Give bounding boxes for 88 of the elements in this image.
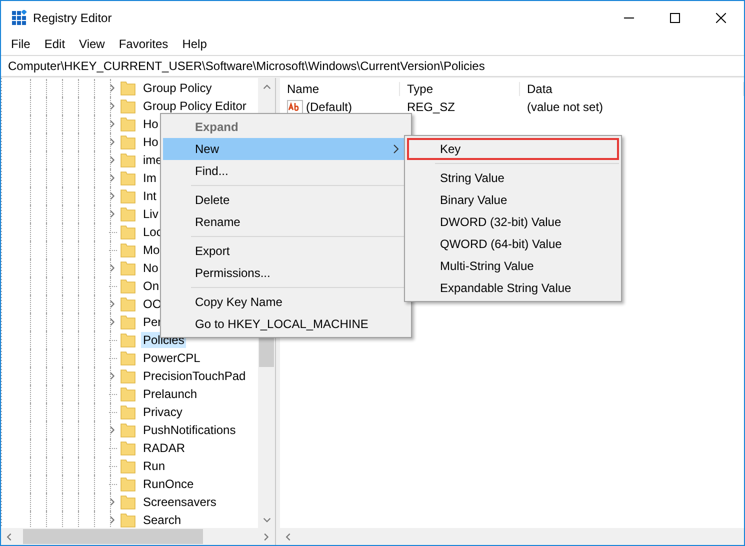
table-cell-text: REG_SZ bbox=[406, 100, 456, 114]
column-header[interactable]: Name bbox=[280, 82, 400, 96]
tree-item[interactable]: Liv bbox=[141, 206, 160, 222]
chevron-icon bbox=[6, 532, 14, 542]
chevron-icon[interactable] bbox=[109, 209, 117, 219]
menu-item[interactable]: Multi-String Value bbox=[407, 255, 619, 277]
tree-item[interactable]: Search bbox=[141, 512, 184, 528]
table-cell-text: (value not set) bbox=[526, 100, 604, 114]
chevron-icon[interactable] bbox=[109, 425, 117, 435]
tree-item[interactable]: Ho bbox=[141, 116, 160, 132]
scroll-thumb[interactable] bbox=[23, 529, 203, 544]
registry-icon bbox=[11, 10, 27, 26]
folder-icon bbox=[120, 440, 136, 456]
folder-icon bbox=[120, 476, 136, 492]
tree-item[interactable]: Mo bbox=[141, 242, 162, 258]
menu-item[interactable]: QWORD (64-bit) Value bbox=[407, 233, 619, 255]
folder-icon bbox=[120, 386, 136, 402]
chevron-icon[interactable] bbox=[109, 155, 117, 165]
folder-icon bbox=[120, 422, 136, 438]
folder-icon bbox=[120, 188, 136, 204]
menu-item[interactable]: Go to HKEY_LOCAL_MACHINE bbox=[163, 313, 409, 335]
tree-item[interactable]: Group Policy Editor bbox=[141, 98, 248, 114]
chevron-icon[interactable] bbox=[109, 173, 117, 183]
chevron-icon[interactable] bbox=[109, 497, 117, 507]
menu-item[interactable]: Binary Value bbox=[407, 189, 619, 211]
menu-item[interactable]: View bbox=[72, 37, 112, 51]
folder-icon bbox=[120, 224, 136, 240]
folder-icon bbox=[120, 494, 136, 510]
tree-item[interactable]: On bbox=[141, 278, 162, 294]
folder-icon bbox=[120, 152, 136, 168]
menu-item[interactable]: File bbox=[4, 37, 38, 51]
folder-icon bbox=[120, 332, 136, 348]
close-icon bbox=[716, 13, 726, 23]
chevron-icon[interactable] bbox=[109, 83, 117, 93]
menu-item[interactable]: Key bbox=[407, 138, 619, 160]
tree-item[interactable]: Int bbox=[141, 188, 158, 204]
maximize-icon bbox=[670, 13, 680, 23]
tree-item[interactable]: No bbox=[141, 260, 160, 276]
tree-item[interactable]: Im bbox=[141, 170, 158, 186]
folder-icon bbox=[120, 260, 136, 276]
tree-item[interactable]: Screensavers bbox=[141, 494, 218, 510]
chevron-icon[interactable] bbox=[109, 119, 117, 129]
folder-icon bbox=[120, 314, 136, 330]
chevron-icon[interactable] bbox=[109, 299, 117, 309]
tree-item[interactable]: PowerCPL bbox=[141, 350, 202, 366]
menu-item[interactable]: Help bbox=[175, 37, 214, 51]
folder-icon bbox=[120, 278, 136, 294]
column-header[interactable]: Type bbox=[400, 82, 520, 96]
tree-item[interactable]: Run bbox=[141, 458, 168, 474]
folder-icon bbox=[120, 458, 136, 474]
folder-icon bbox=[120, 98, 136, 114]
chevron-icon[interactable] bbox=[109, 101, 117, 111]
address-bar[interactable]: Computer\HKEY_CURRENT_USER\Software\Microsoft\Windows\CurrentVersion\Policies bbox=[1, 55, 744, 77]
folder-icon bbox=[120, 296, 136, 312]
chevron-icon[interactable] bbox=[109, 515, 117, 525]
tree-item[interactable]: Privacy bbox=[141, 404, 184, 420]
chevron-icon[interactable] bbox=[109, 371, 117, 381]
folder-icon bbox=[120, 350, 136, 366]
column-header[interactable]: Data bbox=[520, 82, 744, 96]
folder-icon bbox=[120, 242, 136, 258]
tree-item[interactable]: Per bbox=[141, 314, 164, 330]
string-value-icon bbox=[287, 100, 303, 114]
chevron-icon[interactable] bbox=[109, 191, 117, 201]
folder-icon bbox=[120, 116, 136, 132]
folder-icon bbox=[120, 206, 136, 222]
window-title: Registry Editor bbox=[33, 11, 113, 25]
tree-item[interactable]: Group Policy bbox=[141, 80, 214, 96]
menu-item[interactable]: String Value bbox=[407, 167, 619, 189]
menu-item[interactable]: DWORD (32-bit) Value bbox=[407, 211, 619, 233]
folder-icon bbox=[120, 368, 136, 384]
tree-item[interactable]: RunOnce bbox=[141, 476, 196, 492]
menu-item[interactable]: Favorites bbox=[112, 37, 176, 51]
chevron-icon bbox=[284, 532, 292, 542]
tree-item[interactable]: Ho bbox=[141, 134, 160, 150]
tree-item[interactable]: RADAR bbox=[141, 440, 188, 456]
folder-icon bbox=[120, 170, 136, 186]
folder-icon bbox=[120, 404, 136, 420]
menu-item[interactable]: Expandable String Value bbox=[407, 277, 619, 299]
tree-item[interactable]: Prelaunch bbox=[141, 386, 200, 402]
chevron-icon[interactable] bbox=[109, 137, 117, 147]
chevron-icon[interactable] bbox=[109, 263, 117, 273]
folder-icon bbox=[120, 134, 136, 150]
tree-item[interactable]: PushNotifications bbox=[141, 422, 238, 438]
table-cell: (Default) bbox=[306, 100, 352, 114]
chevron-icon[interactable] bbox=[109, 317, 117, 327]
folder-icon bbox=[120, 80, 136, 96]
tree-item[interactable]: PrecisionTouchPad bbox=[141, 368, 248, 384]
menu-item[interactable]: Edit bbox=[37, 37, 72, 51]
